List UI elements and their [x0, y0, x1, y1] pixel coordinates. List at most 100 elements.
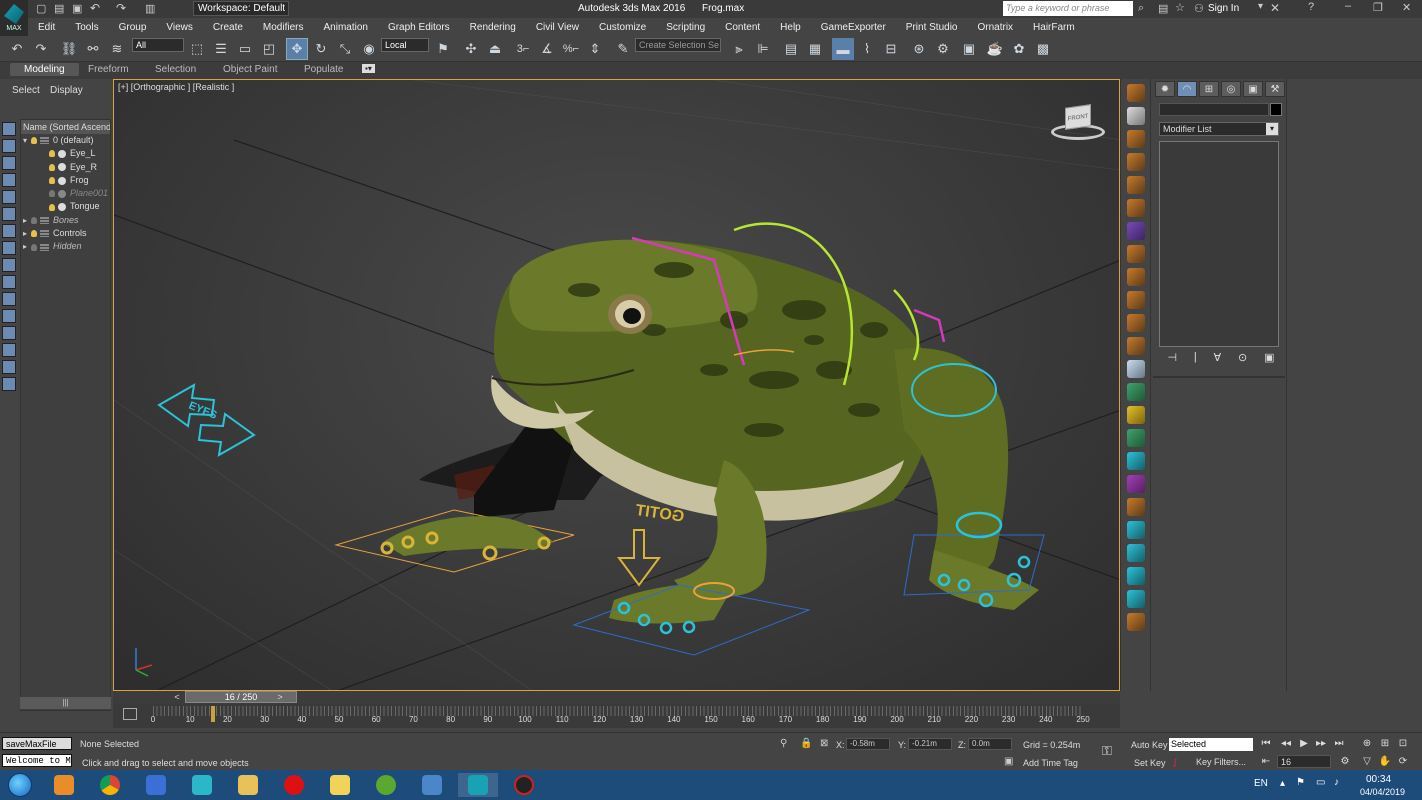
sphere-tool-icon[interactable]	[1127, 475, 1145, 493]
angle-snap-icon[interactable]: ∡	[536, 38, 558, 60]
path-tool-icon[interactable]	[1127, 222, 1145, 240]
user-icon[interactable]: ⚇	[1194, 2, 1204, 15]
filter-geometry-icon[interactable]	[2, 122, 16, 136]
curve-tool-icon[interactable]	[1127, 268, 1145, 286]
taskbar-explorer[interactable]	[228, 773, 268, 797]
menu-scripting[interactable]: Scripting	[656, 22, 715, 33]
selection-lock-icon[interactable]: 🔒	[800, 738, 812, 749]
isolate-selection-icon[interactable]: ⚲	[780, 738, 787, 749]
undo-icon[interactable]: ↶	[90, 1, 100, 15]
zoom-extents-icon[interactable]: ⊡	[1396, 737, 1410, 751]
tree-row-layer-controls[interactable]: ▸ Controls	[21, 227, 110, 240]
bookmark-icon[interactable]: ▤	[1158, 2, 1168, 15]
skeleton-tool-icon[interactable]	[1127, 406, 1145, 424]
align-icon[interactable]: ⊫	[752, 38, 774, 60]
collapse-arrow-icon[interactable]: ▾	[23, 134, 31, 147]
current-frame-marker[interactable]	[210, 706, 215, 722]
render-setup-icon[interactable]: ⚙	[932, 38, 954, 60]
taskbar-xmind[interactable]	[182, 773, 222, 797]
configure-modifier-sets-icon[interactable]: ▣	[1264, 351, 1274, 367]
menu-ornatrix[interactable]: Ornatrix	[967, 22, 1023, 33]
menu-civil-view[interactable]: Civil View	[526, 22, 589, 33]
rotate-icon[interactable]: ↻	[310, 38, 332, 60]
save-icon[interactable]: ▣	[72, 2, 82, 15]
filter-cameras-icon[interactable]	[2, 173, 16, 187]
scale-icon[interactable]: ⤡	[334, 38, 356, 60]
display-all-icon[interactable]	[2, 326, 16, 340]
rig-tool-icon[interactable]	[1127, 153, 1145, 171]
rendered-frame-window-icon[interactable]: ▣	[958, 38, 980, 60]
tab-freeform[interactable]: Freeform	[88, 64, 129, 75]
select-object-icon[interactable]: ⬚	[186, 38, 208, 60]
time-configuration-icon[interactable]: ⚙	[1338, 755, 1352, 769]
auto-key-button[interactable]: Auto Key	[1131, 740, 1168, 750]
search-input[interactable]: Type a keyword or phrase	[1003, 1, 1133, 16]
z-coord-field[interactable]: 0.0m	[968, 738, 1012, 750]
set-key-icon[interactable]: ⚿	[1102, 743, 1112, 759]
filter-lights-icon[interactable]	[2, 156, 16, 170]
light-bulb-icon[interactable]	[49, 177, 55, 185]
curve-editor-mini-icon[interactable]	[123, 708, 137, 720]
play-icon[interactable]: ▶	[1297, 737, 1311, 751]
tree-row-eye-r[interactable]: Eye_R	[21, 161, 110, 174]
light-bulb-icon[interactable]	[49, 150, 55, 158]
modifier-stack[interactable]	[1159, 141, 1279, 347]
menu-group[interactable]: Group	[109, 22, 157, 33]
filter-shapes-icon[interactable]	[2, 139, 16, 153]
keyboard-shortcut-icon[interactable]: ⏏	[484, 38, 506, 60]
tab-selection[interactable]: Selection	[155, 64, 196, 75]
ik-tool-icon[interactable]	[1127, 245, 1145, 263]
tree-row-layer-hidden[interactable]: ▸ Hidden	[21, 240, 110, 253]
key-selection-dropdown[interactable]: Selected	[1169, 738, 1253, 751]
flag-icon[interactable]: ⚑	[1296, 777, 1305, 788]
key-filters-button[interactable]: Key Filters...	[1196, 757, 1246, 767]
zoom-icon[interactable]: ⊕	[1360, 737, 1374, 751]
next-frame-arrow-icon[interactable]: >	[274, 691, 286, 703]
pan-icon[interactable]: ✋	[1378, 755, 1392, 769]
bone-tool-icon[interactable]	[1127, 176, 1145, 194]
selection-filter-dropdown[interactable]: All	[132, 38, 184, 52]
render-activeshade-icon[interactable]: ▩	[1032, 38, 1054, 60]
filter-spacewarps-icon[interactable]	[2, 207, 16, 221]
menu-hairfarm[interactable]: HairFarm	[1023, 22, 1085, 33]
tree-row-plane001[interactable]: Plane001	[21, 187, 110, 200]
edit-named-selection-icon[interactable]: ✎	[612, 38, 634, 60]
chevron-down-icon[interactable]: ▾	[1258, 1, 1263, 12]
select-by-name-icon[interactable]: ☰	[210, 38, 232, 60]
next-frame-icon[interactable]: ▸▸	[1314, 737, 1328, 751]
spline-tool-icon[interactable]	[1127, 199, 1145, 217]
menu-rendering[interactable]: Rendering	[460, 22, 526, 33]
panel-tool-icon[interactable]	[1127, 107, 1145, 125]
reference-coord-dropdown[interactable]: Local	[381, 38, 429, 52]
ribbon-options-icon[interactable]: ▪▾	[362, 64, 375, 73]
workspace-dropdown[interactable]: Workspace: Default	[193, 1, 289, 16]
display-tab-icon[interactable]: ▣	[1243, 81, 1263, 97]
taskbar-utorrent[interactable]	[366, 773, 406, 797]
filter-frozen-icon[interactable]	[2, 292, 16, 306]
filter-funnel-icon[interactable]	[2, 377, 16, 391]
add-time-tag-button[interactable]: Add Time Tag	[1023, 758, 1078, 768]
viewcube[interactable]: FRONT	[1051, 104, 1105, 144]
schematic-view-icon[interactable]: ⊟	[880, 38, 902, 60]
new-file-icon[interactable]: ▢	[36, 2, 46, 15]
tree-row-tongue[interactable]: Tongue	[21, 200, 110, 213]
taskbar-media-player[interactable]	[44, 773, 84, 797]
spring-tool-icon[interactable]	[1127, 337, 1145, 355]
spinner-snap-icon[interactable]: ⇕	[584, 38, 606, 60]
taskbar-app[interactable]	[136, 773, 176, 797]
filter-containers-icon[interactable]	[2, 275, 16, 289]
window-crossing-icon[interactable]: ◰	[258, 38, 280, 60]
tree-row-layer-bones[interactable]: ▸ Bones	[21, 214, 110, 227]
y-coord-field[interactable]: -0.21m	[908, 738, 952, 750]
move-icon[interactable]: ✥	[286, 38, 308, 60]
menu-graph-editors[interactable]: Graph Editors	[378, 22, 460, 33]
filter-groups-icon[interactable]	[2, 224, 16, 238]
set-key-button[interactable]: Set Key	[1134, 758, 1166, 768]
monitor-icon[interactable]: ▭	[1316, 777, 1325, 788]
absolute-mode-icon[interactable]: ⊠	[820, 738, 828, 749]
light-bulb-icon[interactable]	[31, 230, 37, 238]
mirror-icon[interactable]: ⫸	[728, 38, 750, 60]
expand-arrow-icon[interactable]: ▸	[23, 214, 31, 227]
menu-help[interactable]: Help	[770, 22, 811, 33]
light-bulb-icon[interactable]	[31, 216, 37, 224]
